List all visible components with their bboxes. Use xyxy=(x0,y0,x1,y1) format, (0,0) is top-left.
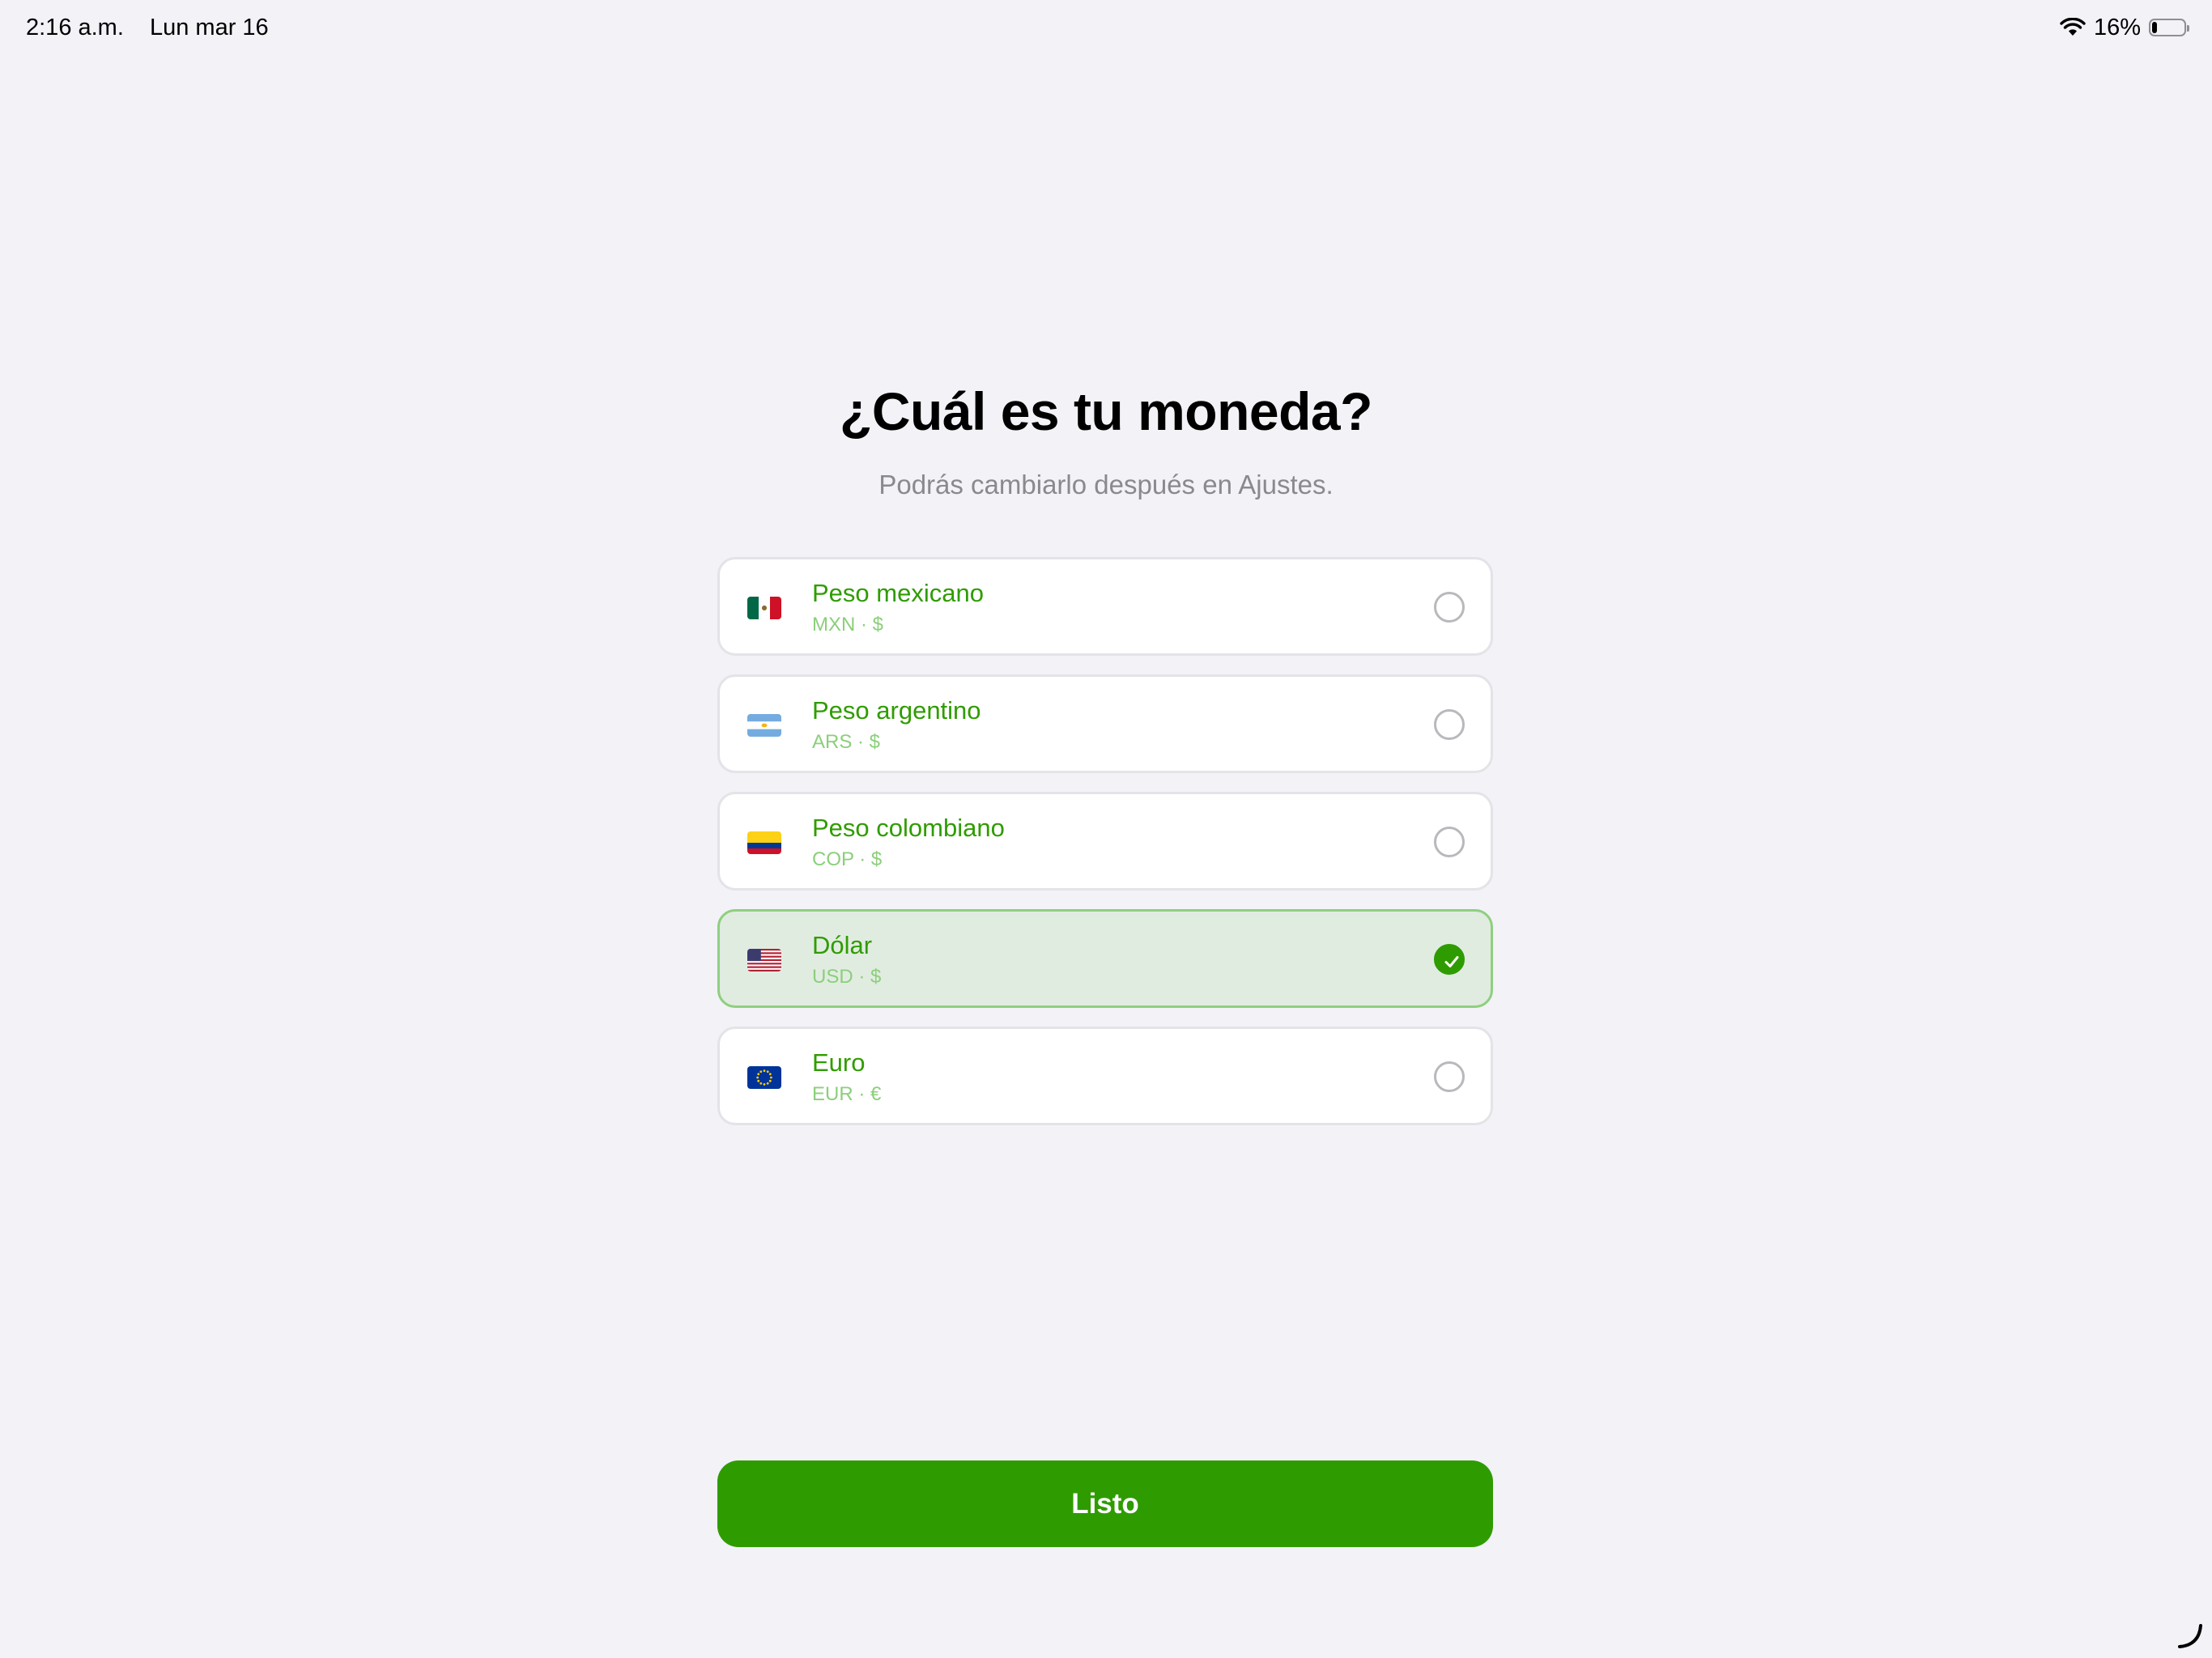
currency-name: Euro xyxy=(812,1048,866,1077)
currency-option-eur[interactable]: Euro EUR · € xyxy=(717,1027,1493,1125)
colombia-flag-icon xyxy=(747,831,781,854)
currency-option-mxn[interactable]: Peso mexicano MXN · $ xyxy=(717,557,1493,656)
currency-text: Peso argentino ARS · $ xyxy=(812,695,981,756)
currency-name: Peso colombiano xyxy=(812,814,1005,842)
eu-flag-icon xyxy=(747,1066,781,1089)
page-title: ¿Cuál es tu moneda? xyxy=(840,381,1372,441)
currency-code: USD · $ xyxy=(812,966,882,988)
currency-selection-screen: 2:16 a.m. Lun mar 16 16% ¿Cuál es tu mon… xyxy=(0,0,2212,1658)
currency-name: Peso mexicano xyxy=(812,579,984,607)
currency-text: Dólar USD · $ xyxy=(812,929,881,991)
currency-option-ars[interactable]: Peso argentino ARS · $ xyxy=(717,674,1493,773)
currency-option-cop[interactable]: Peso colombiano COP · $ xyxy=(717,792,1493,891)
currency-name: Dólar xyxy=(812,931,873,959)
currency-text: Peso mexicano MXN · $ xyxy=(812,577,984,639)
wifi-icon xyxy=(2060,18,2086,37)
usa-flag-icon xyxy=(747,949,781,971)
status-right: 16% xyxy=(2060,14,2189,41)
done-button[interactable]: Listo xyxy=(717,1460,1493,1547)
checkmark-icon xyxy=(1444,956,1459,967)
status-left: 2:16 a.m. Lun mar 16 xyxy=(26,15,288,41)
radio-button[interactable] xyxy=(1434,709,1465,740)
status-time: 2:16 a.m. xyxy=(26,14,124,40)
battery-percentage: 16% xyxy=(2093,14,2141,40)
radio-button[interactable] xyxy=(1434,592,1465,623)
mexico-flag-icon xyxy=(747,597,781,619)
currency-text: Peso colombiano COP · $ xyxy=(812,812,1005,874)
currency-code: EUR · € xyxy=(812,1083,882,1105)
currency-list: Peso mexicano MXN · $ Peso argentino ARS… xyxy=(717,557,1493,1144)
page-subtitle: Podrás cambiarlo después en Ajustes. xyxy=(878,470,1334,500)
battery-icon xyxy=(2149,19,2189,36)
currency-name: Peso argentino xyxy=(812,696,981,725)
status-bar: 2:16 a.m. Lun mar 16 16% xyxy=(26,11,2189,44)
battery-fill xyxy=(2152,22,2157,33)
currency-text: Euro EUR · € xyxy=(812,1047,881,1108)
radio-button-checked[interactable] xyxy=(1434,944,1465,975)
radio-button[interactable] xyxy=(1434,1061,1465,1092)
argentina-flag-icon xyxy=(747,714,781,737)
currency-code: MXN · $ xyxy=(812,614,884,636)
status-date: Lun mar 16 xyxy=(149,14,269,40)
currency-option-usd[interactable]: Dólar USD · $ xyxy=(717,909,1493,1008)
radio-button[interactable] xyxy=(1434,827,1465,857)
resize-handle-icon[interactable] xyxy=(2175,1621,2204,1650)
currency-code: ARS · $ xyxy=(812,731,881,753)
currency-code: COP · $ xyxy=(812,848,883,870)
